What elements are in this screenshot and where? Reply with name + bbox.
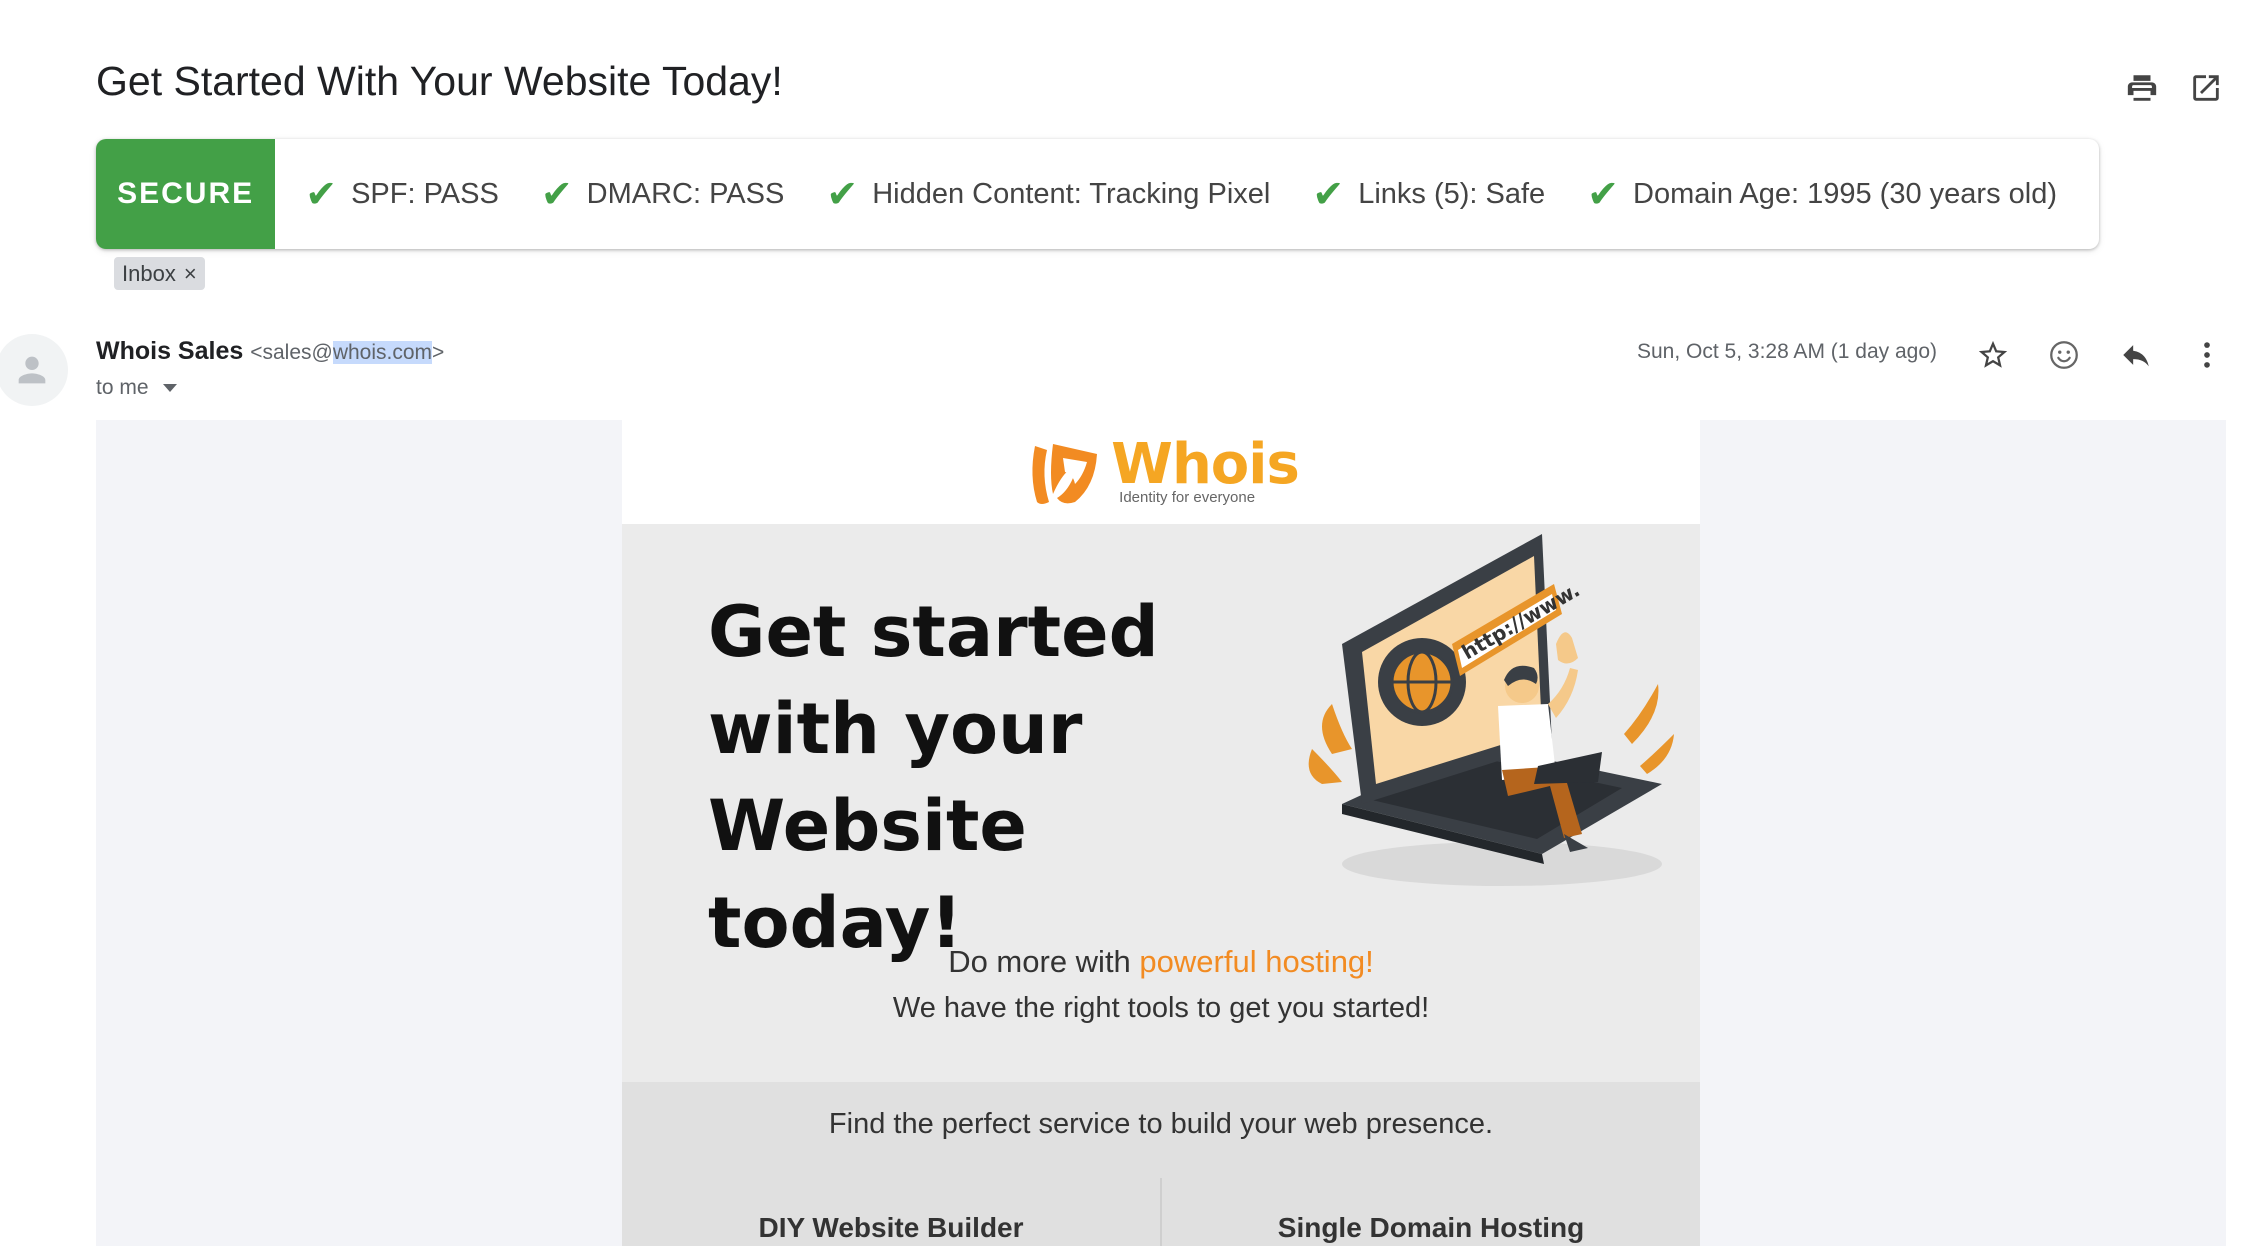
hero-subheading: Do more with powerful hosting! — [622, 944, 1700, 980]
security-check-links: ✔ Links (5): Safe — [1312, 172, 1545, 216]
check-icon: ✔ — [1312, 172, 1345, 216]
check-icon: ✔ — [305, 172, 338, 216]
services-section: Find the perfect service to build your w… — [622, 1082, 1700, 1246]
service-diy-website-builder[interactable]: DIY Website Builder — [622, 1212, 1160, 1244]
services-intro: Find the perfect service to build your w… — [828, 1108, 1494, 1140]
service-single-domain-hosting[interactable]: Single Domain Hosting — [1162, 1212, 1700, 1244]
logo-wordmark: Whois — [1111, 431, 1300, 497]
avatar[interactable] — [0, 334, 68, 406]
reply-icon[interactable] — [2115, 334, 2157, 376]
security-check-label: Domain Age: 1995 (30 years old) — [1633, 177, 2057, 210]
security-checks: ✔ SPF: PASS ✔ DMARC: PASS ✔ Hidden Content:… — [275, 139, 2099, 249]
email-header: Whois Identity for everyone — [622, 420, 1700, 524]
open-in-new-window-icon[interactable] — [2186, 68, 2226, 108]
secure-badge: SECURE — [96, 139, 276, 249]
hero-section: Get started with your Website today! htt… — [622, 524, 1700, 1082]
inbox-label-chip[interactable]: Inbox × — [114, 257, 205, 290]
security-check-label: Links (5): Safe — [1358, 177, 1546, 210]
email-subject: Get Started With Your Website Today! — [96, 58, 783, 104]
sender-address-prefix: <sales@ — [250, 341, 333, 364]
hero-tagline: We have the right tools to get you start… — [892, 992, 1430, 1024]
chevron-down-icon[interactable] — [162, 384, 177, 392]
security-check-spf: ✔ SPF: PASS — [305, 172, 499, 216]
logo-tagline: Identity for everyone — [1119, 488, 1256, 506]
security-check-domain-age: ✔ Domain Age: 1995 (30 years old) — [1587, 172, 2057, 216]
whois-logo-mark-icon — [1032, 444, 1098, 504]
print-icon[interactable] — [2122, 68, 2162, 108]
star-icon[interactable] — [1972, 334, 2014, 376]
security-check-label: Hidden Content: Tracking Pixel — [872, 177, 1271, 210]
sender-address-suffix: > — [432, 341, 445, 364]
security-check-hidden-content: ✔ Hidden Content: Tracking Pixel — [826, 172, 1270, 216]
label-name: Inbox — [122, 260, 176, 286]
sender-address-domain: whois.com — [332, 341, 433, 364]
security-check-label: DMARC: PASS — [586, 177, 785, 210]
email-date: Sun, Oct 5, 3:28 AM (1 day ago) — [1637, 340, 1937, 363]
security-summary-bar: SECURE ✔ SPF: PASS ✔ DMARC: PASS ✔ Hidden C… — [96, 139, 2099, 249]
check-icon: ✔ — [540, 172, 573, 216]
sender-address: <sales@whois.com> — [250, 341, 444, 364]
email-body: Whois Identity for everyone Get started … — [622, 420, 1700, 1246]
remove-label-icon[interactable]: × — [184, 261, 197, 287]
recipient-label: to me — [96, 376, 149, 399]
hero-subheading-accent: powerful hosting! — [1139, 944, 1374, 979]
whois-logo[interactable]: Whois Identity for everyone — [1023, 431, 1300, 508]
security-check-label: SPF: PASS — [351, 177, 499, 210]
emoji-reaction-icon[interactable] — [2043, 334, 2085, 376]
sender-name[interactable]: Whois Sales — [96, 337, 243, 365]
security-check-dmarc: ✔ DMARC: PASS — [541, 172, 785, 216]
website-laptop-illustration: http://www. — [1308, 534, 1674, 886]
recipient-details-toggle[interactable]: to me — [96, 376, 177, 400]
hero-subheading-prefix: Do more with — [948, 944, 1140, 979]
check-icon: ✔ — [826, 172, 859, 216]
hero-title: Get started with your Website today! — [708, 591, 1159, 964]
more-vertical-icon[interactable] — [2186, 334, 2228, 376]
sender: Whois Sales <sales@whois.com> — [96, 337, 444, 366]
check-icon: ✔ — [1587, 172, 1620, 216]
